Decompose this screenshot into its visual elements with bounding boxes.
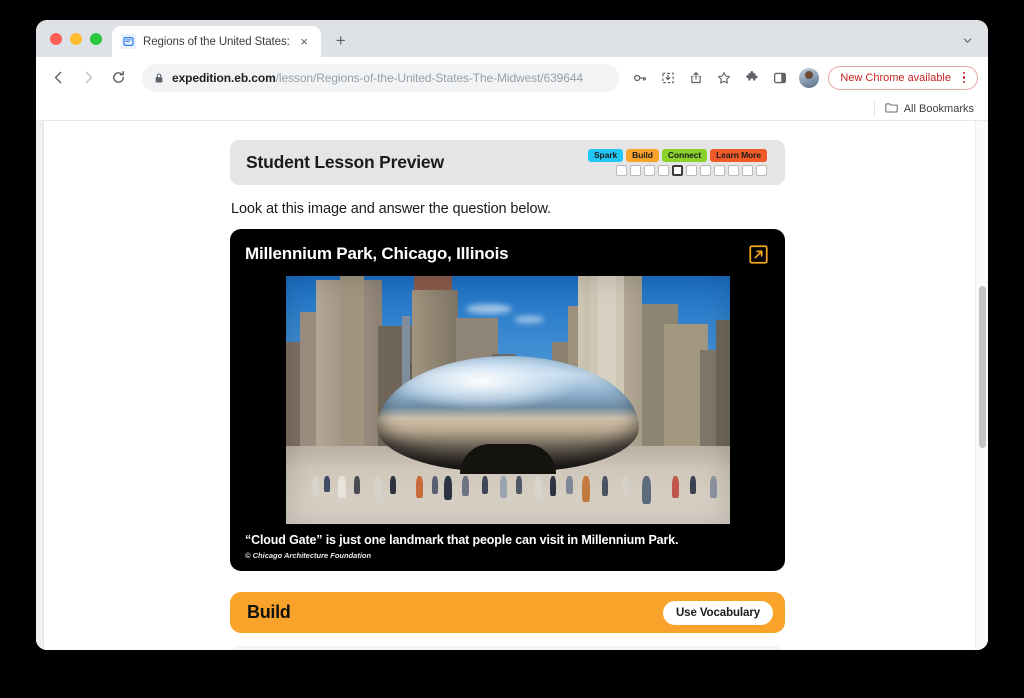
browser-toolbar: expedition.eb.com/lesson/Regions-of-the-…	[36, 57, 988, 98]
url-domain: expedition.eb.com	[172, 70, 276, 85]
lock-icon	[154, 72, 164, 84]
stage-pill-connect[interactable]: Connect	[661, 148, 708, 163]
page-viewport: Student Lesson Preview Spark Build Conne…	[36, 121, 988, 650]
progress-box[interactable]	[644, 165, 655, 177]
back-arrow-icon[interactable]	[44, 64, 72, 92]
page-left-rail	[36, 121, 44, 650]
use-vocabulary-button[interactable]: Use Vocabulary	[662, 600, 773, 625]
browser-tab[interactable]: Regions of the United States: ×	[112, 26, 321, 57]
chrome-menu-icon[interactable]	[956, 68, 972, 88]
tab-search-chevron-down-icon[interactable]	[956, 29, 978, 51]
close-window-button[interactable]	[50, 32, 62, 45]
lesson-photo	[285, 276, 730, 524]
address-bar[interactable]: expedition.eb.com/lesson/Regions-of-the-…	[142, 63, 620, 92]
update-available-label: New Chrome available	[840, 71, 951, 84]
progress-box[interactable]	[686, 165, 697, 177]
progress-box[interactable]	[756, 165, 767, 177]
all-bookmarks-button[interactable]: All Bookmarks	[873, 101, 974, 117]
image-card: Millennium Park, Chicago, Illinois “Clou…	[230, 229, 785, 571]
install-app-icon[interactable]	[655, 65, 681, 91]
progress-box[interactable]	[728, 165, 739, 177]
progress-box[interactable]	[630, 165, 641, 177]
lesson-progress-boxes	[616, 165, 767, 177]
stage-pill-learn-more[interactable]: Learn More	[710, 148, 767, 163]
maximize-window-button[interactable]	[90, 32, 102, 45]
update-available-button[interactable]: New Chrome available	[828, 65, 978, 90]
build-section-header: Build Use Vocabulary	[230, 592, 785, 633]
progress-box[interactable]	[714, 165, 725, 177]
page-scrollbar-thumb[interactable]	[979, 286, 986, 448]
page-content: Student Lesson Preview Spark Build Conne…	[44, 121, 988, 650]
build-section-title: Build	[247, 602, 291, 622]
progress-box[interactable]	[616, 165, 627, 177]
stage-pill-group: Spark Build Connect Learn More	[587, 148, 767, 163]
lesson-content-column: Student Lesson Preview Spark Build Conne…	[230, 121, 785, 650]
page-title: Student Lesson Preview	[246, 152, 444, 172]
all-bookmarks-label: All Bookmarks	[903, 103, 974, 115]
bookmark-star-icon[interactable]	[711, 65, 737, 91]
forward-arrow-icon[interactable]	[74, 64, 102, 92]
browser-window: Regions of the United States: × + expedi…	[36, 20, 988, 650]
tab-strip: Regions of the United States: × +	[36, 20, 988, 57]
image-card-title: Millennium Park, Chicago, Illinois	[245, 244, 509, 263]
student-lesson-preview-header: Student Lesson Preview Spark Build Conne…	[230, 140, 785, 185]
profile-avatar[interactable]	[799, 67, 820, 88]
image-card-header: Millennium Park, Chicago, Illinois	[245, 242, 770, 266]
reload-icon[interactable]	[104, 64, 132, 92]
bookmarks-bar: All Bookmarks	[36, 98, 988, 121]
folder-icon	[885, 102, 898, 116]
lesson-prompt-text: Look at this image and answer the questi…	[231, 201, 551, 217]
url-path: /lesson/Regions-of-the-United-States-The…	[275, 70, 583, 85]
image-caption: “Cloud Gate” is just one landmark that p…	[245, 533, 679, 547]
stage-pill-spark[interactable]: Spark	[587, 148, 624, 163]
address-bar-url: expedition.eb.com/lesson/Regions-of-the-…	[172, 71, 583, 85]
lesson-stage-navigator: Spark Build Connect Learn More	[587, 148, 767, 177]
progress-box[interactable]	[742, 165, 753, 177]
page-scrollbar[interactable]	[975, 121, 988, 650]
image-credit: © Chicago Architecture Foundation	[245, 551, 372, 560]
tab-favicon-icon	[121, 34, 136, 49]
minimize-window-button[interactable]	[70, 32, 82, 45]
tab-close-icon[interactable]: ×	[297, 34, 312, 49]
side-panel-icon[interactable]	[767, 65, 793, 91]
vocabulary-section: Vocabulary	[230, 646, 785, 650]
new-tab-button[interactable]: +	[328, 28, 354, 54]
progress-box[interactable]	[700, 165, 711, 177]
tab-title: Regions of the United States:	[143, 35, 290, 48]
extensions-puzzle-icon[interactable]	[739, 65, 765, 91]
stage-pill-build[interactable]: Build	[626, 148, 659, 163]
progress-box[interactable]	[658, 165, 669, 177]
progress-box-current[interactable]	[672, 165, 683, 177]
share-icon[interactable]	[683, 65, 709, 91]
window-traffic-lights	[46, 20, 112, 57]
password-key-icon[interactable]	[627, 65, 653, 91]
external-link-icon[interactable]	[746, 242, 770, 266]
